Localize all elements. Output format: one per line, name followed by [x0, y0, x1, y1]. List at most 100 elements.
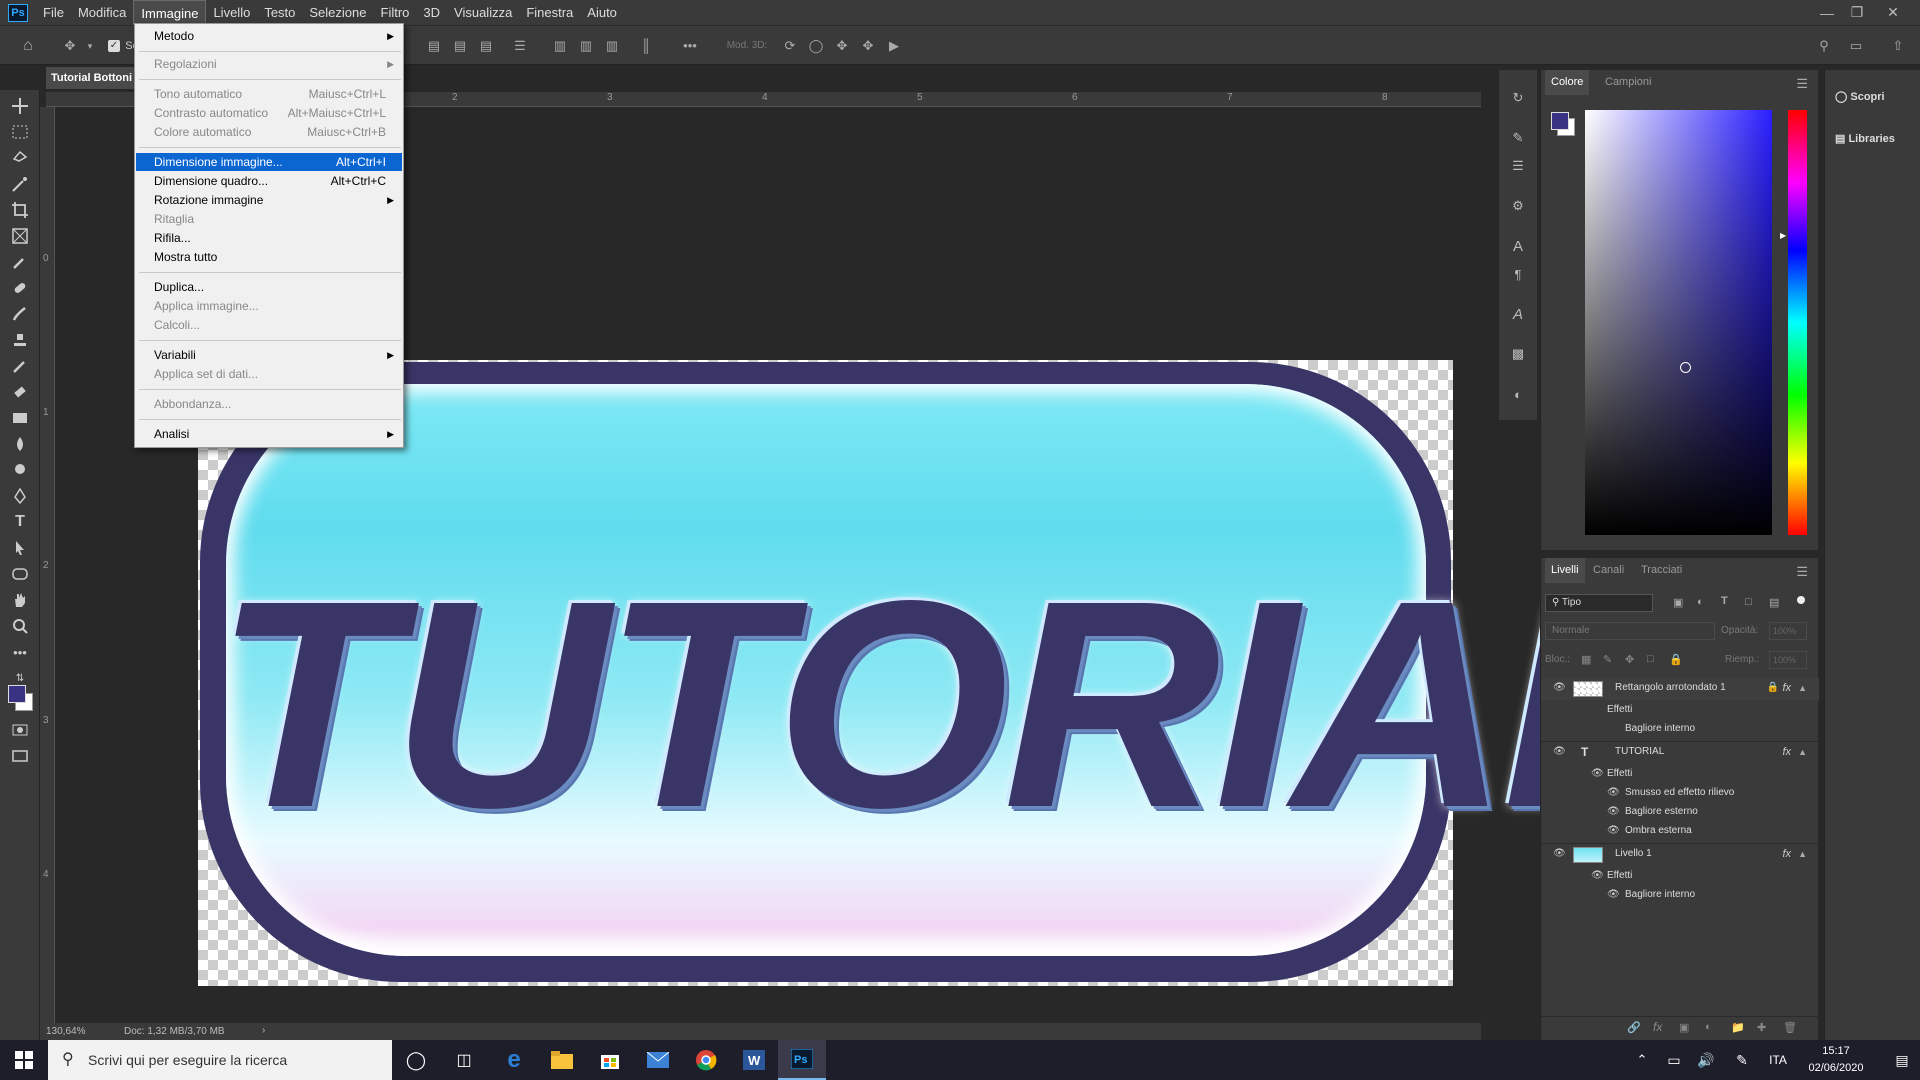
quick-mask-icon[interactable]	[8, 718, 32, 742]
opacity-field[interactable]: 100%	[1769, 622, 1807, 640]
filter-pixel-icon[interactable]: ▣	[1673, 596, 1683, 609]
hue-slider-handle[interactable]: ▶	[1780, 231, 1786, 240]
menu-item-dimensione-immagine[interactable]: Dimensione immagine... Alt+Ctrl+I	[136, 153, 402, 171]
menu-item-contrasto-automatico[interactable]: Contrasto automatico Alt+Maiusc+Ctrl+L	[136, 104, 402, 122]
menu-item-analisi[interactable]: Analisi ▶	[136, 425, 402, 443]
menu-livello[interactable]: Livello	[206, 0, 257, 25]
align-right-icon[interactable]: ▤	[478, 38, 494, 54]
3d-roll-icon[interactable]: ◯	[808, 38, 824, 54]
eraser-icon[interactable]	[8, 380, 32, 404]
search-icon[interactable]: ⚲	[1816, 38, 1832, 54]
hue-slider[interactable]	[1788, 110, 1807, 535]
fill-field[interactable]: 100%	[1769, 651, 1807, 669]
minimize-icon[interactable]: —	[1812, 0, 1842, 25]
menu-item-abbondanza[interactable]: Abbondanza...	[136, 395, 402, 413]
distribute-vertical-icon[interactable]: ║	[638, 38, 654, 54]
paragraph-panel-icon[interactable]: ¶	[1508, 264, 1528, 284]
zoom-level[interactable]: 130,64%	[46, 1026, 85, 1037]
menu-testo[interactable]: Testo	[257, 0, 302, 25]
effect-row[interactable]: 👁 Ombra esterna	[1541, 821, 1819, 841]
menu-modifica[interactable]: Modifica	[71, 0, 133, 25]
navigator-panel-icon[interactable]: ◐	[1508, 384, 1528, 404]
menu-filtro[interactable]: Filtro	[374, 0, 417, 25]
mail-icon[interactable]	[634, 1040, 682, 1080]
task-view-icon[interactable]: ◫	[440, 1040, 488, 1080]
eyedropper-icon[interactable]	[8, 250, 32, 274]
libraries-button[interactable]: ▤ Libraries	[1835, 124, 1895, 154]
filter-smart-object-icon[interactable]: ▤	[1769, 596, 1779, 609]
visibility-eye-icon[interactable]: 👁	[1553, 746, 1566, 758]
effects-row[interactable]: 👁 Effetti	[1541, 866, 1819, 886]
distribute-icon[interactable]: ☰	[512, 38, 528, 54]
type-tool-icon[interactable]: T	[8, 510, 32, 534]
frame-tool-icon[interactable]	[8, 224, 32, 248]
filter-adjustment-icon[interactable]: ◐	[1697, 596, 1704, 608]
menu-item-regolazioni[interactable]: Regolazioni ▶	[136, 55, 402, 73]
3d-slide-icon[interactable]: ✥	[860, 38, 876, 54]
color-picker-cursor[interactable]	[1680, 362, 1691, 373]
cortana-icon[interactable]: ◯	[392, 1040, 440, 1080]
properties-panel-icon[interactable]: ⚙	[1508, 196, 1528, 216]
3d-camera-icon[interactable]: ▶	[886, 38, 902, 54]
3d-orbit-icon[interactable]: ⟳	[782, 38, 798, 54]
menu-item-duplica[interactable]: Duplica...	[136, 278, 402, 296]
fx-icon[interactable]: fx	[1782, 678, 1791, 698]
adjustments-panel-icon[interactable]: ☰	[1508, 156, 1528, 176]
foreground-color-swatch[interactable]	[1551, 112, 1569, 130]
home-icon[interactable]: ⌂	[20, 38, 36, 54]
align-middle-icon[interactable]: ▥	[578, 38, 594, 54]
clone-stamp-icon[interactable]	[8, 328, 32, 352]
fx-icon[interactable]: fx	[1782, 844, 1791, 864]
menu-item-rotazione-immagine[interactable]: Rotazione immagine ▶	[136, 191, 402, 209]
lock-all-icon[interactable]: 🔒	[1669, 653, 1683, 666]
brush-tool-icon[interactable]	[8, 302, 32, 326]
menu-selezione[interactable]: Selezione	[302, 0, 373, 25]
align-bottom-icon[interactable]: ▥	[604, 38, 620, 54]
panel-menu-icon[interactable]: ☰	[1796, 564, 1808, 580]
effect-row[interactable]: 👁 Bagliore esterno	[1541, 802, 1819, 822]
tab-canali[interactable]: Canali	[1587, 558, 1630, 583]
menu-item-metodo[interactable]: Metodo ▶	[136, 27, 402, 45]
adjustment-layer-icon[interactable]: ◐	[1705, 1021, 1712, 1033]
file-explorer-icon[interactable]	[538, 1040, 586, 1080]
filter-type-icon[interactable]: T	[1721, 595, 1728, 607]
tab-colore[interactable]: Colore	[1545, 70, 1590, 95]
move-tool-icon[interactable]: ✥	[62, 38, 78, 54]
menu-3d[interactable]: 3D	[416, 0, 447, 25]
magic-wand-icon[interactable]	[8, 172, 32, 196]
tab-tracciati[interactable]: Tracciati	[1635, 558, 1688, 583]
lock-image-icon[interactable]: ✎	[1603, 653, 1612, 666]
tab-campioni[interactable]: Campioni	[1599, 70, 1657, 95]
chevron-up-icon[interactable]: ▲	[1798, 742, 1807, 762]
layer-name[interactable]: TUTORIAL	[1615, 742, 1664, 762]
visibility-eye-icon[interactable]: 👁	[1591, 768, 1604, 780]
new-group-icon[interactable]: 📁	[1731, 1021, 1745, 1034]
hand-tool-icon[interactable]	[8, 588, 32, 612]
menu-item-ritaglia[interactable]: Ritaglia	[136, 210, 402, 228]
effect-row[interactable]: 👁 Bagliore interno	[1541, 885, 1819, 905]
menu-item-applica-set-di-dati[interactable]: Applica set di dati...	[136, 365, 402, 383]
glyphs-panel-icon[interactable]: A	[1508, 304, 1528, 324]
blend-mode-select[interactable]: Normale	[1545, 622, 1715, 640]
clock[interactable]: 15:17 02/06/2020	[1796, 1043, 1876, 1077]
chevron-up-icon[interactable]: ▲	[1798, 678, 1807, 698]
menu-item-calcoli[interactable]: Calcoli...	[136, 316, 402, 334]
align-top-icon[interactable]: ▥	[552, 38, 568, 54]
align-left-icon[interactable]: ▤	[426, 38, 442, 54]
color-picker-field[interactable]	[1585, 110, 1772, 535]
tab-livelli[interactable]: Livelli	[1545, 558, 1585, 583]
share-icon[interactable]: ⇧	[1890, 38, 1906, 54]
fx-icon[interactable]: fx	[1782, 742, 1791, 762]
filter-toggle[interactable]	[1797, 596, 1805, 604]
align-center-icon[interactable]: ▤	[452, 38, 468, 54]
history-brush-icon[interactable]	[8, 354, 32, 378]
effect-row[interactable]: Bagliore interno	[1541, 719, 1819, 739]
lock-artboard-icon[interactable]: □	[1647, 653, 1654, 665]
menu-item-applica-immagine[interactable]: Applica immagine...	[136, 297, 402, 315]
layer-row-tutorial[interactable]: 👁 T TUTORIAL fx ▲	[1541, 742, 1819, 764]
blur-tool-icon[interactable]	[8, 432, 32, 456]
menu-item-variabili[interactable]: Variabili ▶	[136, 346, 402, 364]
add-style-icon[interactable]: fx	[1653, 1020, 1662, 1034]
zoom-tool-icon[interactable]	[8, 614, 32, 638]
chevron-up-icon[interactable]: ▲	[1798, 844, 1807, 864]
